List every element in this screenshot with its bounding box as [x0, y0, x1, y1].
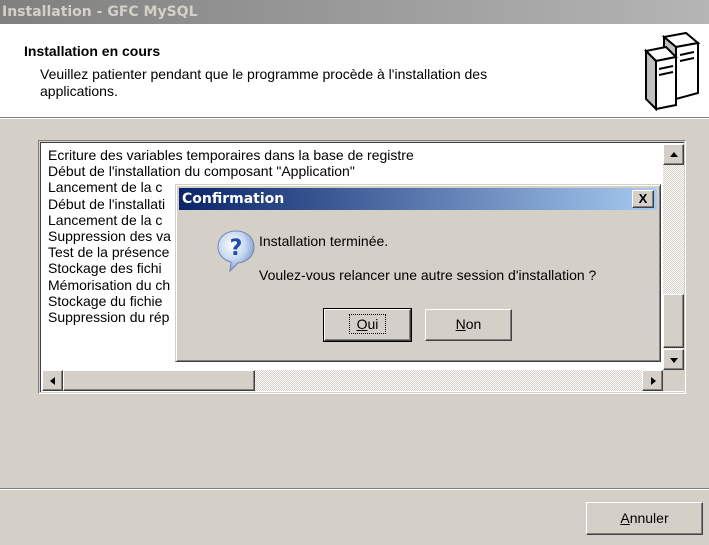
wizard-header: Installation en cours Veuillez patienter…	[0, 24, 709, 119]
page-description: Veuillez patienter pendant que le progra…	[40, 66, 488, 99]
confirmation-dialog: Confirmation X ? Installation terminée. …	[175, 184, 661, 362]
cancel-mnemonic: A	[620, 510, 630, 526]
no-button[interactable]: Non	[425, 309, 512, 341]
no-label-rest: on	[465, 316, 482, 332]
horizontal-scrollbar[interactable]	[42, 370, 663, 391]
vertical-scrollbar[interactable]	[663, 144, 684, 370]
scroll-up-button[interactable]	[663, 144, 684, 165]
window-title: Installation - GFC MySQL	[2, 4, 198, 20]
dialog-message-line1: Installation terminée.	[259, 233, 389, 249]
scroll-left-button[interactable]	[42, 370, 63, 391]
footer-separator	[0, 488, 709, 490]
dialog-title: Confirmation	[182, 191, 285, 207]
scroll-down-button[interactable]	[663, 349, 684, 370]
dialog-title-bar[interactable]: Confirmation	[179, 188, 657, 210]
cancel-button[interactable]: Annuler	[586, 502, 703, 535]
svg-text:?: ?	[230, 236, 243, 261]
dialog-message-line2: Voulez-vous relancer une autre session d…	[259, 267, 597, 283]
cancel-label-rest: nnuler	[629, 510, 669, 526]
yes-mnemonic: O	[356, 316, 368, 332]
yes-button[interactable]: Oui	[323, 308, 412, 342]
scroll-right-arrow-icon	[650, 376, 656, 385]
scroll-down-arrow-icon	[669, 357, 678, 363]
no-mnemonic: N	[455, 316, 466, 332]
window-title-bar[interactable]: Installation - GFC MySQL	[0, 0, 709, 24]
dialog-close-button[interactable]: X	[632, 190, 654, 208]
close-icon: X	[638, 191, 648, 206]
horizontal-scroll-thumb[interactable]	[63, 370, 255, 391]
yes-button-label: Oui	[348, 314, 387, 334]
scroll-right-button[interactable]	[642, 370, 663, 391]
scrollbar-corner	[663, 370, 684, 391]
yes-label-rest: ui	[367, 316, 379, 332]
scroll-left-arrow-icon	[49, 376, 55, 385]
question-icon: ?	[217, 230, 255, 273]
log-line: Ecriture des variables temporaires dans …	[48, 147, 414, 163]
log-line: Début de l'installation du composant "Ap…	[48, 163, 355, 180]
page-title: Installation en cours	[24, 43, 161, 59]
computers-logo-icon	[642, 31, 702, 111]
scroll-up-arrow-icon	[669, 151, 678, 157]
vertical-scroll-thumb[interactable]	[663, 294, 684, 348]
